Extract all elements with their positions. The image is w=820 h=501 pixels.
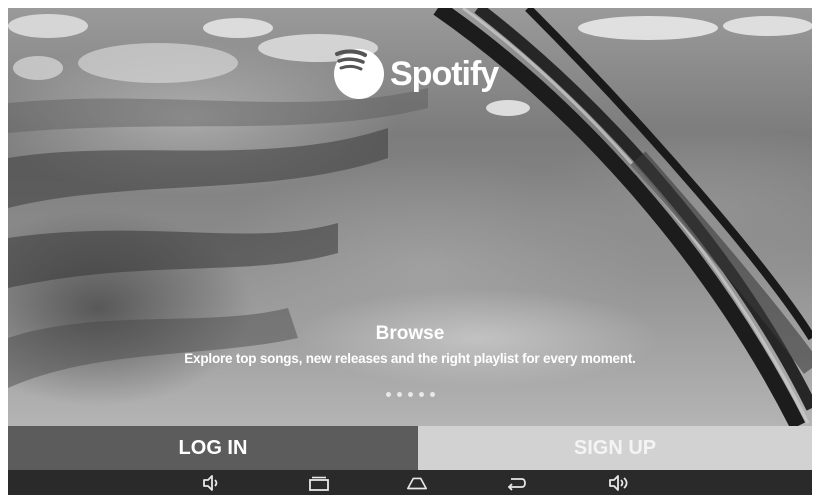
auth-buttons: LOG IN SIGN UP [8,426,812,470]
app-screen: Spotify Browse Explore top songs, new re… [8,8,812,495]
android-nav-bar [8,470,812,495]
pager-dot[interactable] [418,392,424,397]
login-button[interactable]: LOG IN [8,426,418,470]
volume-down-icon[interactable] [200,472,222,494]
pager-dot[interactable] [385,392,391,397]
spotify-logo: Spotify [334,48,560,100]
pager-dots[interactable] [8,392,812,397]
spotify-logo-icon [334,49,384,99]
pager-dot[interactable] [407,392,413,397]
slide-description: Explore top songs, new releases and the … [184,351,636,366]
pager-dot[interactable] [429,392,435,397]
signup-button[interactable]: SIGN UP [418,426,812,470]
slide-title: Browse [375,323,445,344]
spotify-logo-text: Spotify [390,54,499,93]
recent-apps-icon[interactable] [308,472,330,494]
background-image: Spotify Browse Explore top songs, new re… [8,8,812,426]
back-icon[interactable] [506,472,528,494]
home-icon[interactable] [406,472,428,494]
volume-up-icon[interactable] [608,472,630,494]
pager-dot[interactable] [396,392,402,397]
